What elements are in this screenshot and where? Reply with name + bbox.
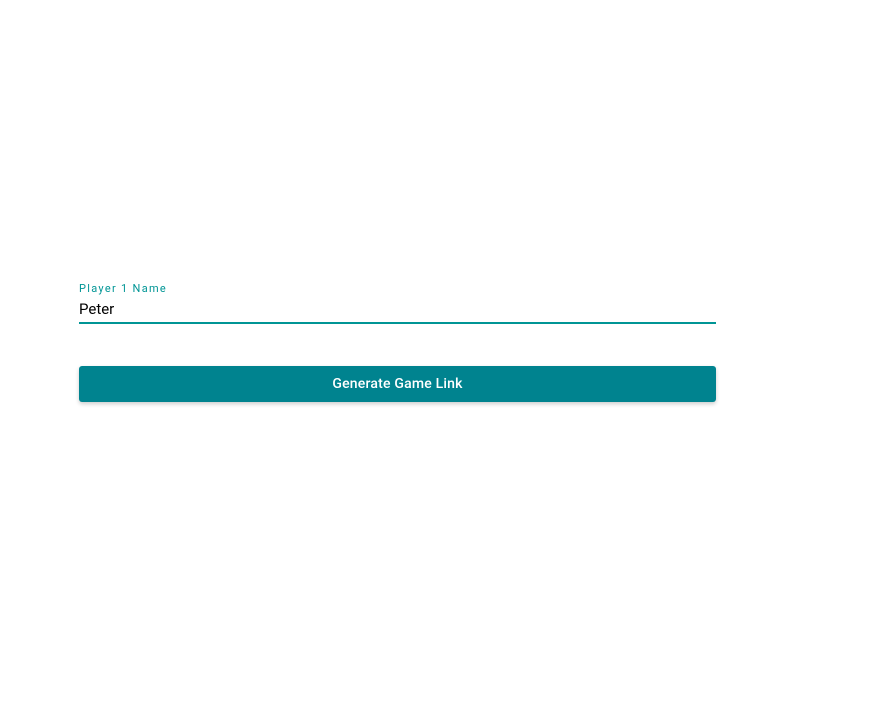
player-name-label: Player 1 Name — [79, 282, 716, 295]
player-name-input[interactable] — [79, 300, 716, 324]
game-setup-form: Player 1 Name Generate Game Link — [79, 282, 716, 402]
player-name-field-wrapper: Player 1 Name — [79, 282, 716, 324]
generate-game-link-button[interactable]: Generate Game Link — [79, 366, 716, 402]
